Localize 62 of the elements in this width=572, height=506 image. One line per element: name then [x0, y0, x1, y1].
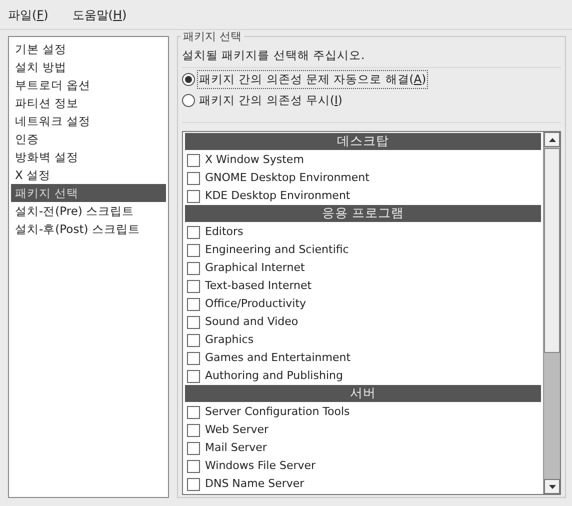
package-label[interactable]: Text-based Internet: [205, 278, 312, 294]
sidebar-item[interactable]: 파티션 정보: [11, 94, 166, 112]
description-text: 설치될 패키지를 선택해 주십시오.: [182, 47, 561, 68]
checkbox[interactable]: [187, 352, 200, 364]
scrollbar[interactable]: [543, 132, 560, 494]
checkbox[interactable]: [187, 370, 200, 382]
checkbox[interactable]: [187, 172, 200, 184]
checkbox[interactable]: [187, 280, 200, 292]
scroll-down-button[interactable]: [544, 479, 560, 494]
checkbox[interactable]: [187, 442, 200, 454]
package-label[interactable]: DNS Name Server: [205, 476, 304, 492]
checkbox[interactable]: [187, 190, 200, 202]
package-label[interactable]: Web Server: [205, 422, 269, 438]
up-arrow-icon: [548, 138, 556, 142]
menu-item[interactable]: 도움말(H): [68, 6, 131, 29]
radio-label[interactable]: 패키지 간의 의존성 무시(I): [197, 91, 344, 110]
sidebar-item[interactable]: 방화벽 설정: [11, 148, 166, 166]
package-label[interactable]: X Window System: [205, 152, 304, 168]
sidebar-item[interactable]: 부트로더 옵션: [11, 76, 166, 94]
package-label[interactable]: Office/Productivity: [205, 296, 306, 312]
checkbox[interactable]: [187, 298, 200, 310]
menu-item[interactable]: 파일(F): [4, 6, 52, 29]
package-label[interactable]: GNOME Desktop Environment: [205, 170, 370, 186]
sidebar-item[interactable]: 패키지 선택: [11, 184, 166, 202]
package-label[interactable]: Graphics: [205, 332, 254, 348]
package-label[interactable]: Games and Entertainment: [205, 350, 351, 366]
checkbox[interactable]: [187, 316, 200, 328]
sidebar-item[interactable]: 네트워크 설정: [11, 112, 166, 130]
package-label[interactable]: Editors: [205, 224, 244, 240]
checkbox[interactable]: [187, 262, 200, 274]
package-label[interactable]: Sound and Video: [205, 314, 298, 330]
category-header: 응용 프로그램: [185, 205, 541, 222]
radio-label[interactable]: 패키지 간의 의존성 문제 자동으로 해결(A): [197, 70, 428, 89]
sidebar-item[interactable]: 설치 방법: [11, 58, 166, 76]
sidebar-item[interactable]: 기본 설정: [11, 40, 166, 58]
checkbox[interactable]: [187, 460, 200, 472]
category-header: 서버: [185, 385, 541, 402]
package-label[interactable]: Mail Server: [205, 440, 267, 456]
checkbox[interactable]: [187, 154, 200, 166]
scroll-thumb[interactable]: [544, 148, 560, 353]
package-label[interactable]: Engineering and Scientific: [205, 242, 349, 258]
package-label[interactable]: KDE Desktop Environment: [205, 188, 350, 204]
checkbox[interactable]: [187, 478, 200, 490]
radio-button[interactable]: [182, 73, 195, 86]
package-label[interactable]: Windows File Server: [205, 458, 316, 474]
checkbox[interactable]: [187, 244, 200, 256]
package-label[interactable]: Authoring and Publishing: [205, 368, 343, 384]
sidebar-item[interactable]: 설치-후(Post) 스크립트: [11, 220, 166, 238]
package-label[interactable]: Graphical Internet: [205, 260, 305, 276]
checkbox[interactable]: [187, 334, 200, 346]
sidebar-item[interactable]: 설치-전(Pre) 스크립트: [11, 202, 166, 220]
checkbox[interactable]: [187, 406, 200, 418]
sidebar-item[interactable]: X 설정: [11, 166, 166, 184]
group-title: 패키지 선택: [181, 30, 244, 43]
sidebar-item[interactable]: 인증: [11, 130, 166, 148]
checkbox[interactable]: [187, 424, 200, 436]
radio-button[interactable]: [182, 94, 195, 107]
checkbox[interactable]: [187, 226, 200, 238]
down-arrow-icon: [548, 484, 556, 488]
package-label[interactable]: Server Configuration Tools: [205, 404, 350, 420]
scroll-up-button[interactable]: [544, 132, 560, 147]
category-header: 데스크탑: [185, 133, 541, 150]
